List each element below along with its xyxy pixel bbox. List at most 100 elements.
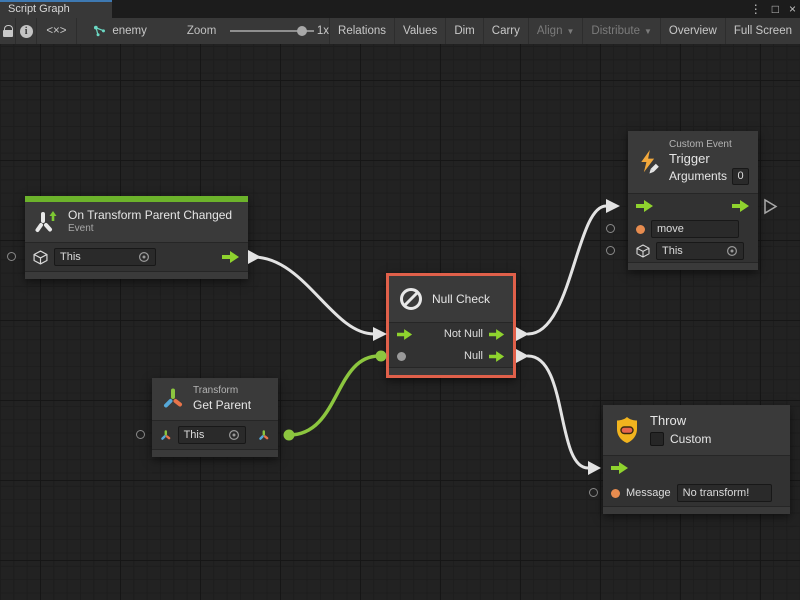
message-field[interactable]: No transform! <box>677 484 772 502</box>
script-graph-window: Script Graph ⋮ □ × i <×> enemy Zoom <box>0 0 800 600</box>
trigger-input-arrowhead <box>606 199 620 213</box>
event-target-port-circle[interactable] <box>7 252 16 261</box>
carry-button[interactable]: Carry <box>484 18 529 44</box>
trigger-name-port-circle[interactable] <box>606 224 615 233</box>
dim-button[interactable]: Dim <box>446 18 483 44</box>
chevron-down-icon: ▼ <box>566 27 574 36</box>
lock-button[interactable] <box>0 18 16 44</box>
tab-title: Script Graph <box>8 3 70 15</box>
node-title: Null Check <box>432 292 490 306</box>
wire-null-to-throw <box>528 356 588 468</box>
flow-input-arrow-icon[interactable] <box>397 329 413 340</box>
close-icon[interactable]: × <box>789 2 796 16</box>
event-output-triangle[interactable] <box>248 250 261 264</box>
null-label: Null <box>464 350 483 362</box>
trigger-target-port-circle[interactable] <box>606 246 615 255</box>
event-name-field[interactable]: move <box>651 220 739 238</box>
values-button[interactable]: Values <box>395 18 446 44</box>
graph-name: enemy <box>112 25 147 37</box>
zoom-slider[interactable] <box>230 25 305 37</box>
target-picker-icon[interactable] <box>726 245 738 257</box>
zoom-label: Zoom <box>187 25 216 37</box>
graph-icon <box>93 24 106 38</box>
nullcheck-value-input-dot[interactable] <box>376 351 387 362</box>
flow-input-arrow-icon[interactable] <box>636 200 654 212</box>
node-header: On Transform Parent Changed Event <box>25 202 248 242</box>
flow-output-arrow-icon[interactable] <box>732 200 750 212</box>
nullcheck-input-arrowhead <box>373 327 387 341</box>
trigger-target-row: This <box>628 240 758 262</box>
arguments-count-field[interactable]: 0 <box>732 168 749 185</box>
node-title: On Transform Parent Changed <box>68 208 232 223</box>
window-controls: ⋮ □ × <box>750 0 796 18</box>
trigger-output-triangle-outline[interactable] <box>765 200 776 213</box>
info-button[interactable]: i <box>16 18 36 44</box>
node-get-parent[interactable]: Transform Get Parent This <box>152 378 278 457</box>
maximize-icon[interactable]: □ <box>772 2 779 16</box>
full-screen-button[interactable]: Full Screen <box>726 18 800 44</box>
event-target-row: This <box>25 243 248 271</box>
arguments-label: Arguments <box>669 169 727 184</box>
code-preview-button[interactable]: <×> <box>37 18 77 44</box>
relations-button[interactable]: Relations <box>330 18 395 44</box>
custom-checkbox[interactable] <box>650 432 664 446</box>
null-output-triangle[interactable] <box>516 349 529 363</box>
getparent-target-row: This <box>152 421 278 449</box>
getparent-target-port-circle[interactable] <box>136 430 145 439</box>
cube-icon <box>33 250 48 265</box>
node-subtitle: Event <box>68 223 232 236</box>
throw-input-arrowhead <box>588 461 601 475</box>
string-input-port[interactable] <box>611 489 620 498</box>
throw-error-icon <box>612 415 642 445</box>
menu-icon[interactable]: ⋮ <box>750 2 762 16</box>
trigger-target-field[interactable]: This <box>656 242 744 260</box>
notnull-output-triangle[interactable] <box>516 327 529 341</box>
trigger-flow-row <box>628 194 758 218</box>
transform-output-port-icon[interactable] <box>258 429 270 442</box>
custom-label: Custom <box>670 432 711 447</box>
value-input-port[interactable] <box>397 352 406 361</box>
tab-bar: Script Graph ⋮ □ × <box>0 0 800 18</box>
cube-icon <box>636 244 650 258</box>
overview-button[interactable]: Overview <box>661 18 726 44</box>
node-header: Transform Get Parent <box>152 378 278 420</box>
graph-info-segment: enemy Zoom 1x <box>77 18 330 44</box>
getparent-target-field[interactable]: This <box>178 426 247 444</box>
getparent-output-dot[interactable] <box>284 430 295 441</box>
flow-output-arrow-icon[interactable] <box>489 351 505 362</box>
throw-message-port-circle[interactable] <box>589 488 598 497</box>
target-picker-icon[interactable] <box>228 429 240 441</box>
node-on-transform-parent-changed[interactable]: On Transform Parent Changed Event This <box>25 196 248 279</box>
code-icon: <×> <box>46 25 66 37</box>
target-picker-icon[interactable] <box>138 251 150 263</box>
flow-input-arrow-icon[interactable] <box>611 462 629 474</box>
graph-toolbar: i <×> enemy Zoom 1x Relations Values <box>0 18 800 44</box>
node-title: Get Parent <box>193 398 251 413</box>
lock-icon <box>3 30 13 37</box>
string-input-port[interactable] <box>636 225 645 234</box>
zoom-value: 1x <box>317 25 329 37</box>
transform-icon <box>161 387 185 411</box>
throw-flow-row <box>603 456 790 480</box>
tab-script-graph[interactable]: Script Graph <box>0 0 112 18</box>
throw-message-row: Message No transform! <box>603 480 790 506</box>
wire-notnull-to-trigger <box>528 206 606 334</box>
transform-port-icon[interactable] <box>160 429 172 442</box>
flow-output-arrow-icon[interactable] <box>222 251 240 263</box>
not-null-label: Not Null <box>444 328 483 340</box>
node-throw[interactable]: Throw Custom Message <box>603 405 790 514</box>
graph-canvas[interactable]: On Transform Parent Changed Event This <box>0 44 800 600</box>
null-check-icon <box>398 286 424 312</box>
node-category: Transform <box>193 385 251 398</box>
node-null-check[interactable]: Null Check Not Null Null <box>386 273 516 378</box>
zoom-slider-knob[interactable] <box>297 26 307 36</box>
node-category: Custom Event <box>669 139 749 152</box>
flow-output-arrow-icon[interactable] <box>489 329 505 340</box>
node-title: Trigger <box>669 151 749 167</box>
node-trigger-custom-event[interactable]: Custom Event Trigger Arguments 0 <box>628 131 758 270</box>
wire-getparent-to-nullcheck <box>289 356 379 435</box>
node-header: Null Check <box>389 276 513 322</box>
not-null-row: Not Null <box>389 323 513 345</box>
custom-event-icon <box>637 147 661 177</box>
event-target-field[interactable]: This <box>54 248 156 266</box>
